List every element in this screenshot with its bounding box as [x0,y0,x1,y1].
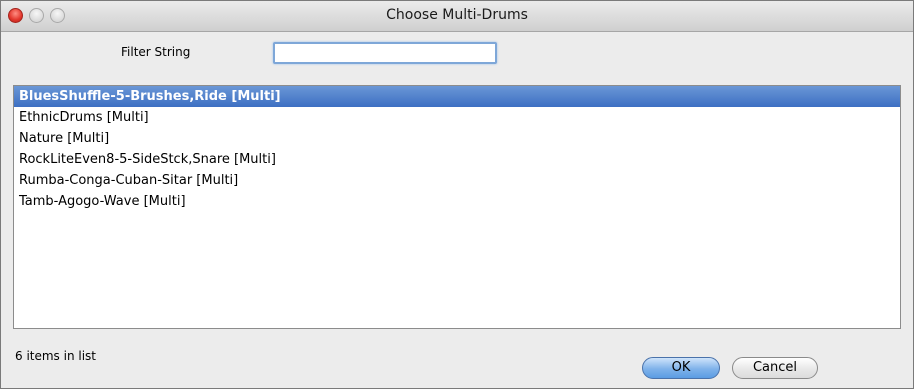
list-item[interactable]: Nature [Multi] [14,128,900,149]
window-title: Choose Multi-Drums [386,7,528,23]
list-item[interactable]: BluesShuffle-5-Brushes,Ride [Multi] [14,86,900,107]
filter-label: Filter String [121,45,191,59]
filter-input[interactable] [273,42,497,64]
list-item[interactable]: RockLiteEven8-5-SideStck,Snare [Multi] [14,149,900,170]
list-item[interactable]: Rumba-Conga-Cuban-Sitar [Multi] [14,170,900,191]
dialog-window: Choose Multi-Drums Filter String BluesSh… [0,0,914,389]
ok-button[interactable]: OK [642,357,720,379]
cancel-button[interactable]: Cancel [732,357,818,379]
list-item[interactable]: EthnicDrums [Multi] [14,107,900,128]
drums-list[interactable]: BluesShuffle-5-Brushes,Ride [Multi] Ethn… [13,85,901,329]
item-count-status: 6 items in list [15,349,97,363]
list-item[interactable]: Tamb-Agogo-Wave [Multi] [14,191,900,212]
title-bar[interactable]: Choose Multi-Drums [1,1,913,32]
